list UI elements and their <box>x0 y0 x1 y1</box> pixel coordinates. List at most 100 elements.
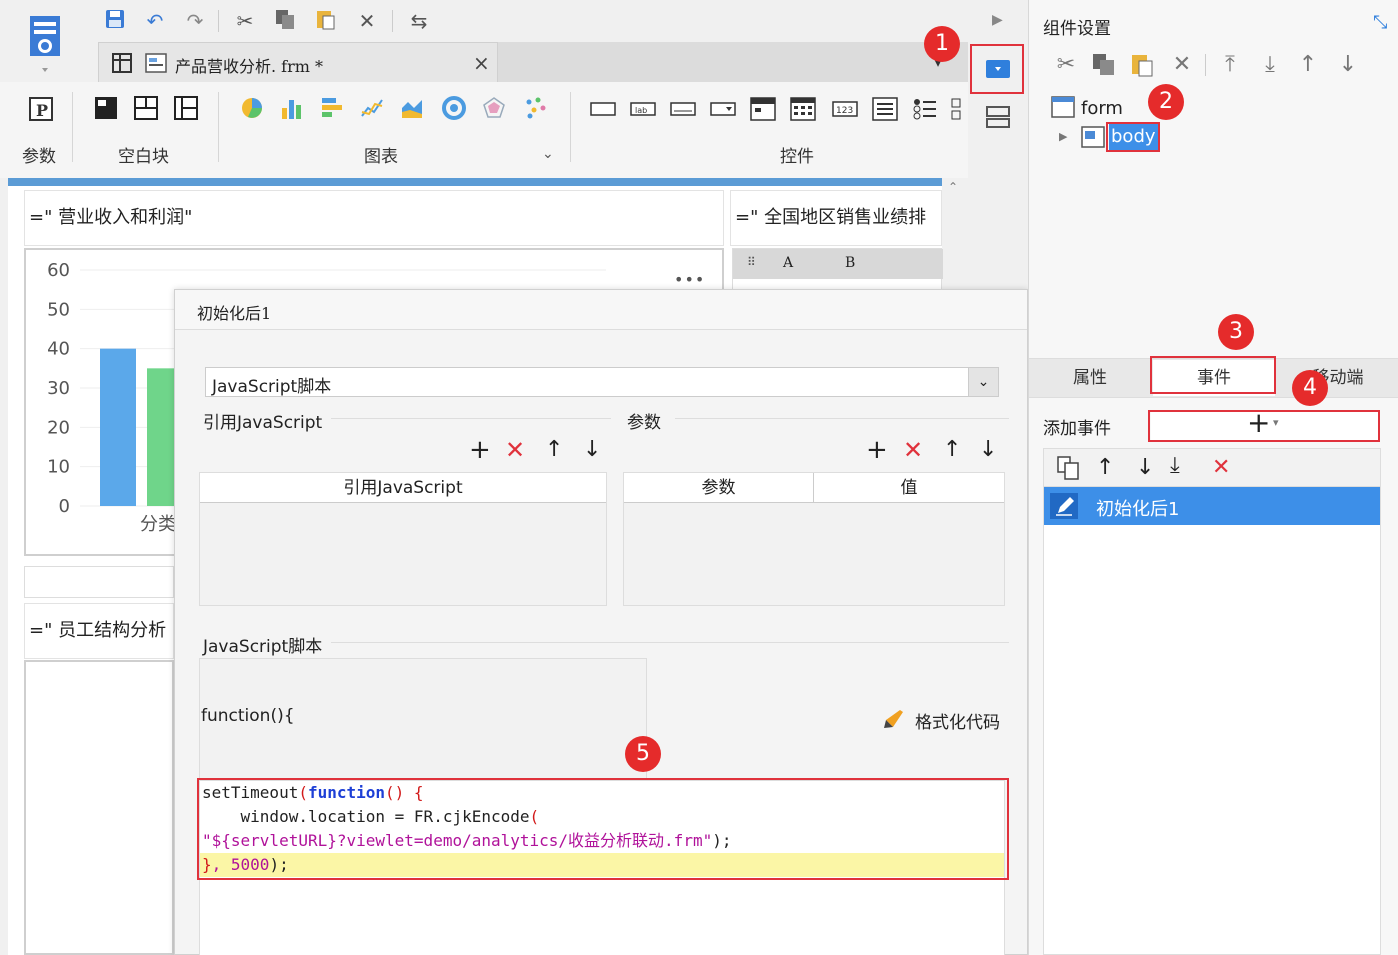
radar-chart-icon[interactable] <box>482 96 508 122</box>
section-divider <box>331 642 1009 643</box>
copy-icon[interactable] <box>272 8 298 34</box>
paste-icon[interactable] <box>1129 52 1155 78</box>
document-tab[interactable]: 产品营收分析. frm * × <box>98 42 498 82</box>
add-param-icon[interactable]: + <box>866 437 888 463</box>
widget-title-staff[interactable]: =" 员工结构分析 <box>24 603 174 659</box>
sales-report-grid[interactable]: ⠿ A B <box>732 248 943 290</box>
add-ref-js-icon[interactable]: + <box>469 437 491 463</box>
svg-text:123: 123 <box>836 106 853 116</box>
blank-block-icon[interactable] <box>94 96 120 122</box>
line-chart-icon[interactable] <box>360 96 386 122</box>
delete-event-icon[interactable]: ✕ <box>1212 455 1230 480</box>
delete-ref-js-icon[interactable]: ✕ <box>505 438 525 462</box>
number-control-icon[interactable]: 123 <box>832 96 858 122</box>
spacer-widget[interactable] <box>24 566 174 598</box>
dropdown-control-icon[interactable] <box>710 96 736 122</box>
tree-expand-icon[interactable]: ▶ <box>1059 130 1067 143</box>
date-control-icon[interactable] <box>750 96 776 122</box>
grid-header-row <box>733 249 943 279</box>
horizontal-bar-icon[interactable] <box>320 96 346 122</box>
chevron-down-icon[interactable]: ⌄ <box>542 146 554 162</box>
ribbon-divider <box>570 92 571 162</box>
edit-pencil-icon[interactable] <box>1050 493 1078 519</box>
ribbon-divider <box>218 92 219 162</box>
event-move-down-icon[interactable]: ↓ <box>1136 455 1154 480</box>
app-toolbar: ↶ ↷ ✂ ✕ ⇆ <box>0 0 968 42</box>
document-tab-title: 产品营收分析. frm * <box>175 57 324 76</box>
move-up-icon[interactable]: ↑ <box>1295 52 1321 78</box>
undo-icon[interactable]: ↶ <box>142 8 168 34</box>
delete-param-icon[interactable]: ✕ <box>903 438 923 462</box>
param-move-down-icon[interactable]: ↓ <box>979 438 997 462</box>
script-type-select[interactable]: JavaScript脚本 ⌄ <box>205 367 999 397</box>
radio-group-icon[interactable] <box>912 96 938 122</box>
step-badge-4: 4 <box>1292 370 1328 406</box>
script-type-value: JavaScript脚本 <box>212 377 332 397</box>
param-move-up-icon[interactable]: ↑ <box>943 438 961 462</box>
component-settings-panel: 组件设置 ⤡ ✂ ✕ ⤒ ⤓ ↑ ↓ form ▶ body 属性 事件 移动端… <box>1028 0 1398 955</box>
chart-bar[interactable] <box>100 348 136 506</box>
textbox-control-icon[interactable] <box>670 96 696 122</box>
select-chevron-icon[interactable]: ⌄ <box>968 368 998 396</box>
area-chart-icon[interactable] <box>400 96 426 122</box>
redo-icon[interactable]: ↷ <box>182 8 208 34</box>
widget-title-sales[interactable]: =" 全国地区销售业绩排 <box>730 190 942 246</box>
tab-strip: ▾ <box>498 42 968 82</box>
bar-chart-icon[interactable] <box>280 96 306 122</box>
collapse-panel-icon[interactable]: ⤡ <box>1373 12 1387 33</box>
tab-close-icon[interactable]: × <box>473 51 490 75</box>
copy-icon[interactable] <box>1091 52 1117 78</box>
step-badge-1: 1 <box>924 26 960 62</box>
ribbon-group-chart: 图表 <box>364 147 398 167</box>
tab-block-icon[interactable] <box>174 96 200 122</box>
checkbox-group-icon[interactable] <box>950 96 968 122</box>
paste-icon[interactable] <box>312 8 338 34</box>
scroll-up-icon[interactable]: ⌃ <box>948 180 958 194</box>
pie-chart-icon[interactable] <box>240 96 266 122</box>
cut-icon[interactable]: ✂ <box>1053 52 1079 78</box>
event-move-up-icon[interactable]: ↑ <box>1096 455 1114 480</box>
move-down-icon[interactable]: ↓ <box>1335 52 1361 78</box>
staff-chart-widget[interactable] <box>24 660 174 955</box>
delete-icon[interactable]: ✕ <box>354 8 380 34</box>
param-table[interactable]: 参数 值 <box>623 472 1005 606</box>
move-bottom-icon[interactable]: ⤓ <box>1257 52 1283 78</box>
format-brush-icon[interactable] <box>883 708 905 735</box>
form-file-icon <box>145 52 169 77</box>
move-top-icon[interactable]: ⤒ <box>1217 52 1243 78</box>
y-tick-label: 40 <box>47 339 70 360</box>
copy-event-icon[interactable] <box>1056 455 1080 485</box>
label-control-icon[interactable]: lab <box>630 96 656 122</box>
expand-arrow-icon[interactable]: ▶ <box>992 12 1003 28</box>
panel-title: 组件设置 <box>1043 19 1111 39</box>
move-down-icon[interactable]: ↓ <box>583 438 601 462</box>
list-control-icon[interactable] <box>872 96 898 122</box>
calendar-control-icon[interactable] <box>790 96 816 122</box>
toolbar-divider <box>392 10 393 32</box>
event-list: ↑ ↓ ⤓ ✕ 初始化后1 <box>1043 448 1381 955</box>
save-icon[interactable] <box>102 8 128 34</box>
switch-icon[interactable]: ⇆ <box>406 8 432 34</box>
scatter-chart-icon[interactable] <box>524 96 550 122</box>
widget-title-revenue[interactable]: =" 营业收入和利润" <box>24 190 724 246</box>
param-icon[interactable]: P <box>28 96 54 122</box>
app-logo-icon[interactable] <box>22 12 68 76</box>
cut-icon[interactable]: ✂ <box>232 8 258 34</box>
tree-node-form[interactable]: form <box>1081 98 1123 119</box>
split-block-icon[interactable] <box>134 96 160 122</box>
gauge-chart-icon[interactable] <box>442 96 468 122</box>
event-move-bottom-icon[interactable]: ⤓ <box>1170 453 1180 478</box>
x-category-label: 分类 <box>140 514 176 535</box>
ref-js-column-header: 引用JavaScript <box>200 473 606 503</box>
format-code-button[interactable]: 格式化代码 <box>915 708 1000 733</box>
ribbon-divider <box>72 92 73 162</box>
tab-properties[interactable]: 属性 <box>1029 360 1151 396</box>
button-control-icon[interactable] <box>590 96 616 122</box>
delete-icon[interactable]: ✕ <box>1169 52 1195 78</box>
ref-js-table[interactable]: 引用JavaScript <box>199 472 607 606</box>
move-up-icon[interactable]: ↑ <box>545 438 563 462</box>
layout-icon[interactable] <box>986 106 1010 132</box>
script-section-label: JavaScript脚本 <box>203 637 323 657</box>
event-list-item[interactable]: 初始化后1 <box>1044 487 1380 525</box>
ribbon-group-blank: 空白块 <box>118 147 169 167</box>
